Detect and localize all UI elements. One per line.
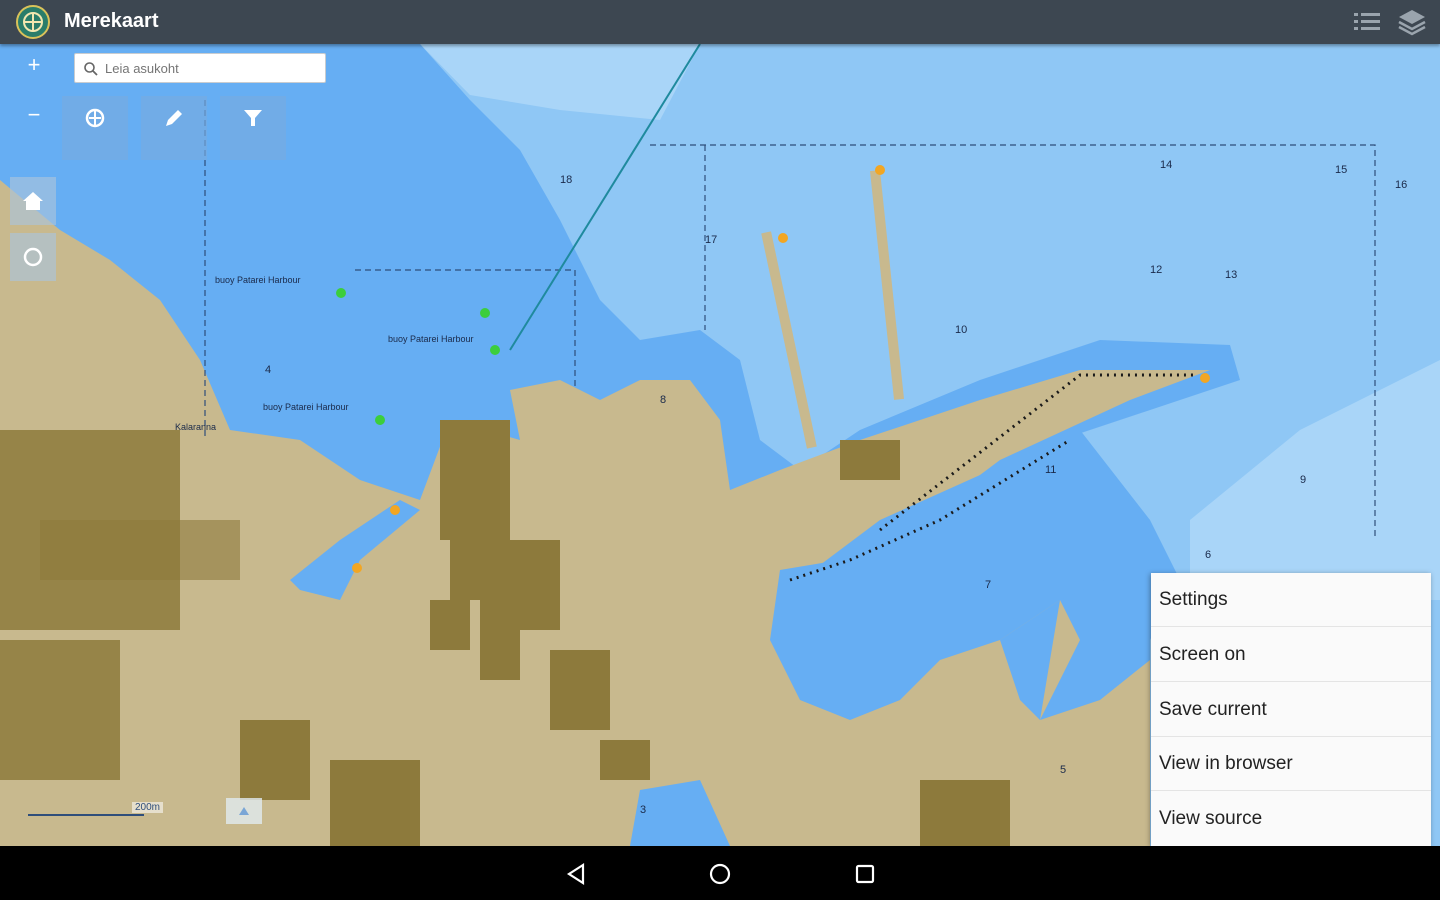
draw-button[interactable] [141, 96, 207, 160]
menu-item-view-in-browser[interactable]: View in browser [1151, 737, 1431, 791]
depth-sounding: 5 [1060, 764, 1067, 776]
depth-sounding: 13 [1225, 269, 1238, 281]
home-icon [23, 192, 43, 210]
app-bar: Merekaart [0, 0, 1440, 44]
scale-label: 200m [132, 802, 164, 813]
search-input[interactable] [103, 60, 317, 77]
depth-sounding: 9 [1300, 474, 1307, 486]
menu-item-label: Screen on [1159, 644, 1246, 665]
depth-sounding: 17 [705, 234, 718, 246]
zoom-out-button[interactable]: − [14, 102, 54, 128]
triangle-up-icon [239, 807, 249, 815]
locate-button[interactable] [10, 233, 56, 281]
depth-sounding: 15 [1335, 164, 1348, 176]
home-nav-button[interactable] [706, 860, 734, 888]
scale-bar: 200m [28, 802, 168, 820]
locate-icon [23, 247, 43, 267]
menu-item-view-source[interactable]: View source [1151, 792, 1431, 846]
depth-sounding: 8 [660, 394, 667, 406]
depth-sounding: 4 [265, 364, 272, 376]
list-icon[interactable] [1351, 6, 1383, 38]
depth-sounding: 6 [1205, 549, 1212, 561]
map-label-place: Kalaranna [175, 422, 217, 432]
menu-item-label: View source [1159, 808, 1263, 829]
map-label-buoy: buoy Patarei Harbour [215, 275, 301, 285]
depth-sounding: 7 [985, 579, 992, 591]
menu-item-settings[interactable]: Settings [1151, 573, 1431, 627]
home-circle-icon [709, 863, 731, 885]
menu-item-label: Save current [1159, 699, 1267, 720]
measure-button[interactable] [62, 96, 128, 160]
layers-icon[interactable] [1396, 6, 1428, 38]
maritime-administration-logo-icon [16, 5, 50, 39]
depth-sounding: 14 [1160, 159, 1173, 171]
home-button[interactable] [10, 177, 56, 225]
depth-sounding: 3 [640, 804, 647, 816]
expand-panel-button[interactable] [226, 798, 262, 824]
depth-sounding: 18 [560, 174, 573, 186]
measure-icon [85, 108, 105, 128]
system-navigation-bar [0, 846, 1440, 900]
menu-item-save-current[interactable]: Save current [1151, 683, 1431, 737]
search-icon [83, 61, 99, 82]
back-triangle-icon [566, 862, 585, 886]
depth-sounding: 10 [955, 324, 968, 336]
recents-button[interactable] [851, 860, 879, 888]
map-label-buoy: buoy Patarei Harbour [263, 402, 349, 412]
filter-button[interactable] [220, 96, 286, 160]
menu-item-label: Settings [1159, 589, 1228, 610]
zoom-in-button[interactable]: + [14, 52, 54, 78]
depth-sounding: 12 [1150, 264, 1163, 276]
scale-line [28, 814, 144, 816]
map-label-buoy: buoy Patarei Harbour [388, 334, 474, 344]
pencil-icon [166, 110, 182, 126]
recents-square-icon [855, 864, 875, 884]
filter-icon [244, 110, 262, 126]
depth-sounding: 16 [1395, 179, 1408, 191]
back-button[interactable] [563, 860, 591, 888]
overflow-menu: Settings Screen on Save current View in … [1151, 573, 1431, 846]
menu-item-label: View in browser [1159, 753, 1293, 774]
location-search[interactable] [74, 53, 326, 83]
depth-sounding: 11 [1045, 464, 1057, 476]
app-title: Merekaart [64, 10, 159, 32]
menu-item-screen-on[interactable]: Screen on [1151, 628, 1431, 682]
